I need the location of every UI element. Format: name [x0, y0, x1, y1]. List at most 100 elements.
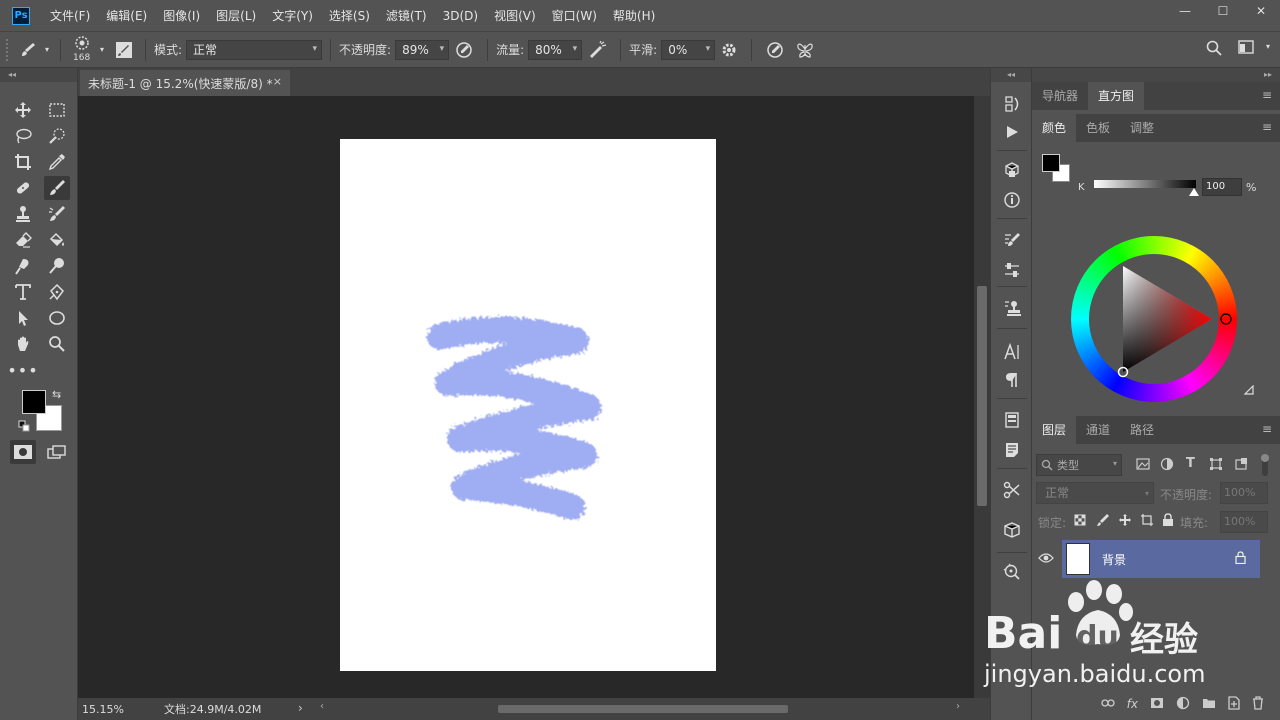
hand-tool-icon[interactable] — [10, 332, 36, 356]
expand-color-icon[interactable] — [1243, 384, 1254, 398]
lock-artboard-icon[interactable] — [1140, 513, 1154, 530]
link-layers-icon[interactable] — [1101, 697, 1115, 711]
filter-shape-icon[interactable] — [1209, 457, 1223, 474]
close-tab-icon[interactable]: × — [273, 75, 282, 88]
layer-row-background[interactable]: 背景 — [1062, 540, 1260, 578]
workspace-icon[interactable] — [1236, 40, 1256, 54]
tab-layers[interactable]: 图层 — [1032, 416, 1077, 444]
new-layer-icon[interactable] — [1228, 695, 1240, 713]
symmetry-butterfly-icon[interactable] — [790, 41, 820, 59]
lock-transparent-icon[interactable] — [1074, 514, 1086, 529]
collapse-toolbar-icon[interactable]: ◂◂ — [0, 68, 77, 82]
chevron-down-icon[interactable]: ▾ — [97, 45, 107, 54]
k-slider-track[interactable] — [1094, 180, 1196, 188]
menu-filter[interactable]: 滤镜(T) — [378, 0, 435, 32]
brush-size-picker[interactable]: 168 — [69, 35, 97, 65]
default-colors-icon[interactable] — [18, 420, 30, 435]
type-tool-icon[interactable] — [10, 280, 36, 304]
brush-settings-panel-icon[interactable] — [111, 41, 137, 59]
history-icon[interactable] — [999, 92, 1025, 116]
filter-adjustment-icon[interactable] — [1160, 457, 1174, 474]
menu-layer[interactable]: 图层(L) — [208, 0, 264, 32]
lock-position-icon[interactable] — [1118, 513, 1132, 530]
swap-colors-icon[interactable]: ⇆ — [52, 388, 61, 401]
eyedropper-tool-icon[interactable] — [44, 150, 70, 174]
clone-source-icon[interactable] — [999, 296, 1025, 320]
panel-menu-icon[interactable]: ≡ — [1262, 88, 1272, 102]
layer-opacity-input[interactable]: 100% — [1220, 482, 1268, 504]
ellipse-tool-icon[interactable] — [44, 306, 70, 330]
filter-smart-object-icon[interactable] — [1234, 457, 1248, 474]
scroll-thumb[interactable] — [498, 705, 788, 713]
color-triangle[interactable] — [1071, 236, 1237, 402]
gear-icon[interactable] — [715, 42, 743, 58]
libraries-icon[interactable] — [999, 408, 1025, 432]
tab-histogram[interactable]: 直方图 — [1088, 82, 1145, 110]
notes-icon[interactable] — [999, 438, 1025, 462]
status-menu-arrow[interactable]: › — [298, 701, 303, 715]
move-tool-icon[interactable] — [10, 98, 36, 122]
more-tools-icon[interactable]: ••• — [7, 358, 37, 382]
tab-color[interactable]: 颜色 — [1032, 114, 1077, 142]
chevron-down-icon[interactable]: ▾ — [1266, 42, 1270, 51]
canvas-area[interactable] — [78, 96, 974, 698]
panel-menu-icon[interactable]: ≡ — [1262, 120, 1272, 134]
quick-mask-icon[interactable] — [10, 440, 36, 464]
opacity-select[interactable]: 89% ▾ — [395, 39, 450, 60]
smoothing-select[interactable]: 0% ▾ — [661, 39, 716, 60]
filter-type-icon[interactable]: T — [1186, 456, 1195, 471]
blend-mode-select[interactable]: 正常 ▾ — [1036, 482, 1154, 504]
tab-swatches[interactable]: 色板 — [1076, 114, 1120, 142]
scroll-left-icon[interactable]: ‹ — [320, 701, 324, 712]
layer-filter-select[interactable]: 类型 ▾ — [1036, 454, 1122, 476]
eraser-tool-icon[interactable] — [10, 228, 36, 252]
path-selection-tool-icon[interactable] — [10, 306, 36, 330]
actions-play-icon[interactable] — [999, 120, 1025, 144]
menu-edit[interactable]: 编辑(E) — [98, 0, 155, 32]
delete-layer-icon[interactable] — [1252, 695, 1264, 713]
pen-tool-icon[interactable] — [44, 280, 70, 304]
chevron-down-icon[interactable]: ▾ — [42, 45, 52, 54]
lasso-tool-icon[interactable] — [10, 124, 36, 148]
paragraph-icon[interactable] — [999, 368, 1025, 392]
filter-toggle[interactable] — [1260, 452, 1270, 478]
mode-select[interactable]: 正常 ▾ — [186, 39, 323, 60]
brush-settings-icon[interactable] — [999, 228, 1025, 252]
flow-select[interactable]: 80% ▾ — [528, 39, 583, 60]
options-grip[interactable] — [6, 38, 14, 61]
panel-menu-icon[interactable]: ≡ — [1262, 422, 1272, 436]
tool-presets-icon[interactable] — [999, 478, 1025, 502]
maximize-button[interactable]: ☐ — [1204, 0, 1242, 22]
tab-adjustments[interactable]: 调整 — [1120, 114, 1164, 142]
paint-bucket-tool-icon[interactable] — [44, 228, 70, 252]
scroll-thumb[interactable] — [977, 286, 987, 506]
horizontal-scrollbar[interactable]: ‹ › — [318, 701, 968, 716]
menu-3d[interactable]: 3D(D) — [435, 0, 486, 32]
airbrush-icon[interactable] — [582, 40, 612, 59]
zoom-level[interactable]: 15.15% — [78, 703, 124, 716]
layer-style-fx-icon[interactable]: fx — [1127, 697, 1138, 711]
info-icon[interactable] — [999, 188, 1025, 212]
crop-tool-icon[interactable] — [10, 150, 36, 174]
healing-brush-tool-icon[interactable] — [10, 176, 36, 200]
menu-view[interactable]: 视图(V) — [486, 0, 544, 32]
pressure-size-icon[interactable] — [760, 41, 790, 59]
k-value-input[interactable]: 100 — [1202, 178, 1242, 196]
search-icon[interactable] — [1204, 40, 1224, 56]
document-tab[interactable]: 未标题-1 @ 15.2%(快速蒙版/8) * × — [80, 70, 290, 96]
foreground-color-swatch[interactable] — [1042, 154, 1060, 172]
clone-stamp-tool-icon[interactable] — [10, 202, 36, 226]
pressure-opacity-icon[interactable] — [449, 41, 479, 59]
tab-navigator[interactable]: 导航器 — [1032, 82, 1088, 110]
tab-channels[interactable]: 通道 — [1076, 416, 1120, 444]
smudge-tool-icon[interactable] — [10, 254, 36, 278]
foreground-color-swatch[interactable] — [22, 390, 46, 414]
3d-cube-icon[interactable] — [999, 158, 1025, 182]
fill-input[interactable]: 100% — [1220, 511, 1268, 533]
brush-tool-preset-icon[interactable] — [14, 41, 42, 59]
learn-icon[interactable] — [999, 560, 1025, 584]
lock-all-icon[interactable] — [1162, 513, 1174, 530]
menu-image[interactable]: 图像(I) — [155, 0, 208, 32]
adjustments-sliders-icon[interactable] — [999, 258, 1025, 282]
minimize-button[interactable]: — — [1166, 0, 1204, 22]
